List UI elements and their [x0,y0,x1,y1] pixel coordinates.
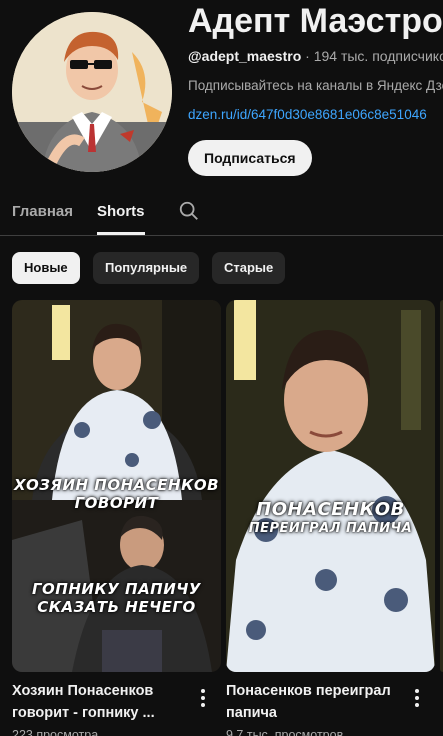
chip-popular[interactable]: Популярные [93,252,200,284]
short-title[interactable]: Понасенков переиграл папича [226,680,406,724]
more-vert-icon[interactable] [408,688,426,708]
channel-handle: @adept_maestro [188,48,302,64]
thumbnail-caption-bottom: ГОПНИКУ ПАПИЧУ СКАЗАТЬ НЕЧЕГО [12,580,221,616]
active-tab-indicator [97,232,145,235]
thumbnail-caption-top: ХОЗЯИН ПОНАСЕНКОВ ГОВОРИТ [12,476,221,512]
channel-info: Адепт Маэстро @adept_maestro · 194 тыс. … [188,0,443,122]
thumbnail-caption-top: ПОНАСЕНКОВ ПЕРЕИГРАЛ ПАПИЧА [226,500,435,538]
caption-line: ХОЗЯИН ПОНАСЕНКОВ [13,476,220,494]
meta-separator: · [305,48,310,64]
channel-tabs: Главная Shorts [0,195,443,236]
caption-line: ПЕРЕИГРАЛ ПАПИЧА [248,521,413,536]
short-thumbnail[interactable]: ХОЗЯИН ПОНАСЕНКОВ ГОВОРИТ ГОПНИКУ ПАПИЧУ… [12,300,221,672]
short-title[interactable]: Хозяин Понасенков говорит - гопнику ... [12,680,192,724]
caption-line: СКАЗАТЬ НЕЧЕГО [37,598,196,616]
subscriber-count: 194 тыс. подписчиков [313,48,443,64]
caption-line: ПОНАСЕНКОВ [256,499,405,520]
channel-meta: @adept_maestro · 194 тыс. подписчиков [188,48,443,64]
search-icon[interactable] [178,200,200,222]
channel-link[interactable]: dzen.ru/id/647f0d30e8681e06c8e51046 [188,107,443,122]
short-views: 9,7 тыс. просмотров [226,728,344,736]
thumbnail-image [226,300,435,672]
channel-title: Адепт Маэстро [188,2,443,40]
chip-old[interactable]: Старые [212,252,286,284]
more-vert-icon[interactable] [194,688,212,708]
subscribe-button[interactable]: Подписаться [188,140,312,176]
channel-description[interactable]: Подписывайтесь на каналы в Яндекс Дзен [188,78,443,93]
channel-avatar[interactable] [12,12,172,172]
channel-header: Адепт Маэстро @adept_maestro · 194 тыс. … [0,0,443,195]
tab-main[interactable]: Главная [12,203,73,220]
short-thumbnail[interactable]: ПОНАСЕНКОВ ПЕРЕИГРАЛ ПАПИЧА [226,300,435,672]
caption-line: ГОПНИКУ ПАПИЧУ [32,580,201,598]
caption-line: ГОВОРИТ [74,494,159,512]
short-views: 223 просмотра [12,728,99,736]
tab-shorts[interactable]: Shorts [97,203,145,220]
avatar-illustration [12,12,172,172]
chip-new[interactable]: Новые [12,252,80,284]
